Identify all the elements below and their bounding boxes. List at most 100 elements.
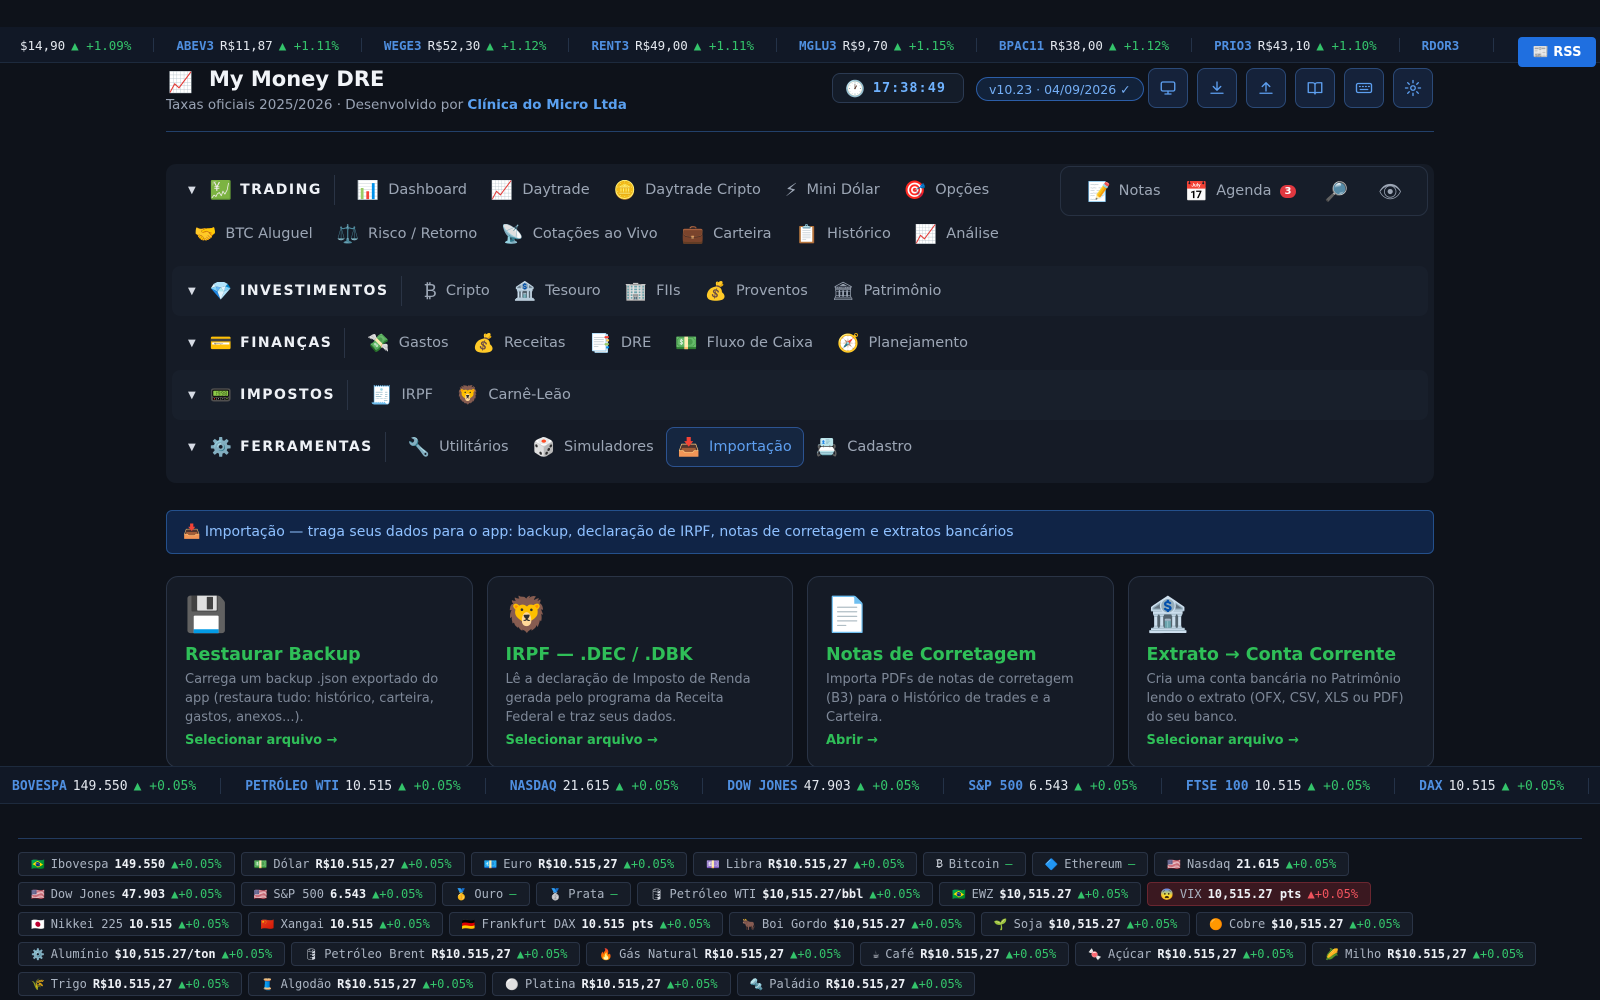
market-chip[interactable]: 🍬 Açúcar R$10.515,27 ▲+0.05% bbox=[1075, 942, 1307, 966]
section-finanças[interactable]: 💳 FINANÇAS bbox=[210, 328, 346, 358]
nav-item-label: Simuladores bbox=[563, 439, 654, 455]
nav-item-btc-aluguel[interactable]: 🤝 BTC Aluguel bbox=[182, 214, 325, 254]
nav-item-importa-o[interactable]: 📥 Importação bbox=[665, 427, 804, 467]
nav-item-cadastro[interactable]: 📇 Cadastro bbox=[804, 427, 924, 467]
nav-item-fluxo-de-caixa[interactable]: 💵 Fluxo de Caixa bbox=[663, 323, 825, 363]
collapse-caret-icon[interactable]: ▼ bbox=[188, 442, 196, 453]
market-chip[interactable]: 🇺🇸 Nasdaq 21.615 ▲+0.05% bbox=[1154, 852, 1350, 876]
monitor-button[interactable] bbox=[1148, 68, 1188, 108]
market-chip[interactable]: 🛢 Petróleo Brent R$10.515,27 ▲+0.05% bbox=[291, 942, 581, 966]
agenda-button[interactable]: 📅 Agenda 3 bbox=[1185, 180, 1297, 203]
nav-item-mini-d-lar[interactable]: ⚡ Mini Dólar bbox=[773, 170, 892, 210]
section-ferramentas[interactable]: ⚙️ FERRAMENTAS bbox=[210, 432, 386, 462]
download-button[interactable] bbox=[1197, 68, 1237, 108]
card-action-link[interactable]: Selecionar arquivo → bbox=[1147, 733, 1300, 748]
nav-item-label: Daytrade Cripto bbox=[645, 182, 761, 198]
rss-button[interactable]: 📰 RSS bbox=[1518, 37, 1596, 67]
nav-item-cota-es-ao-vivo[interactable]: 📡 Cotações ao Vivo bbox=[489, 214, 669, 254]
collapse-caret-icon[interactable]: ▼ bbox=[188, 390, 196, 401]
market-chip[interactable]: 🌾 Trigo R$10.515,27 ▲+0.05% bbox=[18, 972, 242, 996]
nav-item-irpf[interactable]: 🧾 IRPF bbox=[358, 375, 445, 415]
calendar-icon: 📅 bbox=[1184, 180, 1209, 203]
book-button[interactable] bbox=[1295, 68, 1335, 108]
card-action-link[interactable]: Selecionar arquivo → bbox=[506, 733, 659, 748]
market-chip[interactable]: 🇯🇵 Nikkei 225 10.515 ▲+0.05% bbox=[18, 912, 242, 936]
market-chip[interactable]: 🥈 Prata — bbox=[535, 882, 631, 906]
nav-item-cripto[interactable]: ₿ Cripto bbox=[412, 271, 502, 311]
nav-item-risco-retorno[interactable]: ⚖️ Risco / Retorno bbox=[325, 214, 490, 254]
keyboard-button[interactable] bbox=[1344, 68, 1384, 108]
collapse-caret-icon[interactable]: ▼ bbox=[188, 185, 196, 196]
market-chip[interactable]: 🔥 Gás Natural R$10.515,27 ▲+0.05% bbox=[586, 942, 854, 966]
market-name: EWZ bbox=[971, 887, 994, 901]
nav-item-an-lise[interactable]: 📈 Análise bbox=[903, 214, 1011, 254]
section-trading[interactable]: 💹 TRADING bbox=[210, 175, 335, 205]
market-chip[interactable]: 🇺🇸 Dow Jones 47.903 ▲+0.05% bbox=[18, 882, 235, 906]
nav-item-icon: 🔧 bbox=[407, 436, 431, 458]
import-card[interactable]: 📄 Notas de Corretagem Importa PDFs de nota… bbox=[807, 576, 1114, 768]
market-chip[interactable]: 🇧🇷 EWZ $10,515.27 ▲+0.05% bbox=[938, 882, 1142, 906]
nav-item-fiis[interactable]: 🏢 FIIs bbox=[613, 271, 693, 311]
market-chip[interactable]: ⚪ Platina R$10.515,27 ▲+0.05% bbox=[492, 972, 731, 996]
nav-item-dre[interactable]: 📑 DRE bbox=[577, 323, 663, 363]
nav-item-utilit-rios[interactable]: 🔧 Utilitários bbox=[396, 427, 521, 467]
market-chip[interactable]: 🇨🇳 Xangai 10.515 ▲+0.05% bbox=[247, 912, 443, 936]
market-value: $10,515.27 bbox=[1048, 917, 1121, 931]
nav-item-carn-le-o[interactable]: 🦁 Carnê-Leão bbox=[445, 375, 583, 415]
market-flag-icon: 🔷 bbox=[1044, 857, 1059, 871]
subtitle-text: Taxas oficiais 2025/2026 · Desenvolvido … bbox=[166, 97, 468, 113]
market-chip[interactable]: 🐂 Boi Gordo $10,515.27 ▲+0.05% bbox=[729, 912, 975, 936]
market-name: Açúcar bbox=[1107, 947, 1152, 961]
nav-item-daytrade-cripto[interactable]: 🪙 Daytrade Cripto bbox=[602, 170, 773, 210]
market-chip[interactable]: 🇧🇷 Ibovespa 149.550 ▲+0.05% bbox=[18, 852, 235, 876]
market-chip[interactable]: 🌱 Soja $10,515.27 ▲+0.05% bbox=[980, 912, 1191, 936]
market-chip[interactable]: 🟠 Cobre $10,515.27 ▲+0.05% bbox=[1196, 912, 1413, 936]
import-card[interactable]: 🏦 Extrato → Conta Corrente Cria uma conta … bbox=[1127, 576, 1434, 768]
nav-item-receitas[interactable]: 💰 Receitas bbox=[461, 323, 578, 363]
nav-item-proventos[interactable]: 💰 Proventos bbox=[693, 271, 820, 311]
nav-item-dashboard[interactable]: 📊 Dashboard bbox=[345, 170, 479, 210]
section-impostos[interactable]: 📟 IMPOSTOS bbox=[210, 380, 349, 410]
market-chip[interactable]: ☕ Café R$10.515,27 ▲+0.05% bbox=[859, 942, 1070, 966]
market-chip[interactable]: ⚙️ Alumínio $10,515.27/ton ▲+0.05% bbox=[18, 942, 286, 966]
market-chip[interactable]: 🔷 Ethereum — bbox=[1031, 852, 1149, 876]
market-change: ▲+0.05% bbox=[379, 917, 430, 931]
market-chip[interactable]: 🇺🇸 S&P 500 6.543 ▲+0.05% bbox=[240, 882, 436, 906]
market-chip[interactable]: 💶 Euro R$10.515,27 ▲+0.05% bbox=[470, 852, 688, 876]
market-chip[interactable]: 💵 Dólar R$10.515,27 ▲+0.05% bbox=[240, 852, 465, 876]
settings-button[interactable] bbox=[1393, 68, 1433, 108]
nav-item-hist-rico[interactable]: 📋 Histórico bbox=[784, 214, 903, 254]
market-chip[interactable]: 😨 VIX 10,515.27 pts ▲+0.05% bbox=[1147, 882, 1372, 906]
nav-item-carteira[interactable]: 💼 Carteira bbox=[670, 214, 784, 254]
market-chip[interactable]: 🥇 Ouro — bbox=[441, 882, 530, 906]
developer-link[interactable]: Clínica do Micro Ltda bbox=[467, 97, 626, 113]
market-chip[interactable]: 🧵 Algodão R$10.515,27 ▲+0.05% bbox=[247, 972, 487, 996]
version-badge[interactable]: v10.23 · 04/09/2026 ✓ bbox=[976, 77, 1144, 101]
nav-item-op-es[interactable]: 🎯 Opções bbox=[892, 170, 1001, 210]
import-card[interactable]: 💾 Restaurar Backup Carrega um backup .json… bbox=[166, 576, 473, 768]
market-chip[interactable]: 💷 Libra R$10.515,27 ▲+0.05% bbox=[693, 852, 918, 876]
nav-item-daytrade[interactable]: 📈 Daytrade bbox=[479, 170, 602, 210]
market-flag-icon: 💶 bbox=[483, 857, 498, 871]
market-chip[interactable]: 🛢 Petróleo WTI $10,515.27/bbl ▲+0.05% bbox=[636, 882, 933, 906]
card-action-link[interactable]: Abrir → bbox=[826, 733, 878, 748]
market-chip[interactable]: ₿ Bitcoin — bbox=[923, 852, 1026, 876]
market-chip[interactable]: 🌽 Milho R$10.515,27 ▲+0.05% bbox=[1312, 942, 1537, 966]
search-button[interactable]: 🔎 bbox=[1324, 180, 1348, 203]
nav-item-gastos[interactable]: 💸 Gastos bbox=[355, 323, 460, 363]
market-chip[interactable]: 🔩 Paládio R$10.515,27 ▲+0.05% bbox=[736, 972, 975, 996]
nav-item-patrim-nio[interactable]: 🏛 Patrimônio bbox=[820, 271, 954, 311]
card-action-link[interactable]: Selecionar arquivo → bbox=[185, 733, 338, 748]
collapse-caret-icon[interactable]: ▼ bbox=[188, 338, 196, 349]
collapse-caret-icon[interactable]: ▼ bbox=[188, 286, 196, 297]
nav-item-simuladores[interactable]: 🎲 Simuladores bbox=[521, 427, 666, 467]
nav-item-icon: 📈 bbox=[914, 223, 938, 245]
privacy-toggle[interactable]: 👁 bbox=[1378, 180, 1402, 203]
nav-item-planejamento[interactable]: 🧭 Planejamento bbox=[825, 323, 980, 363]
market-chip[interactable]: 🇩🇪 Frankfurt DAX 10.515 pts ▲+0.05% bbox=[448, 912, 724, 936]
import-card[interactable]: 🦁 IRPF — .DEC / .DBK Lê a declaração de Im… bbox=[486, 576, 793, 768]
upload-button[interactable] bbox=[1246, 68, 1286, 108]
section-investimentos[interactable]: 💎 INVESTIMENTOS bbox=[210, 276, 402, 306]
nav-item-tesouro[interactable]: 🏦 Tesouro bbox=[502, 271, 613, 311]
notes-button[interactable]: 📝 Notas bbox=[1087, 180, 1161, 203]
